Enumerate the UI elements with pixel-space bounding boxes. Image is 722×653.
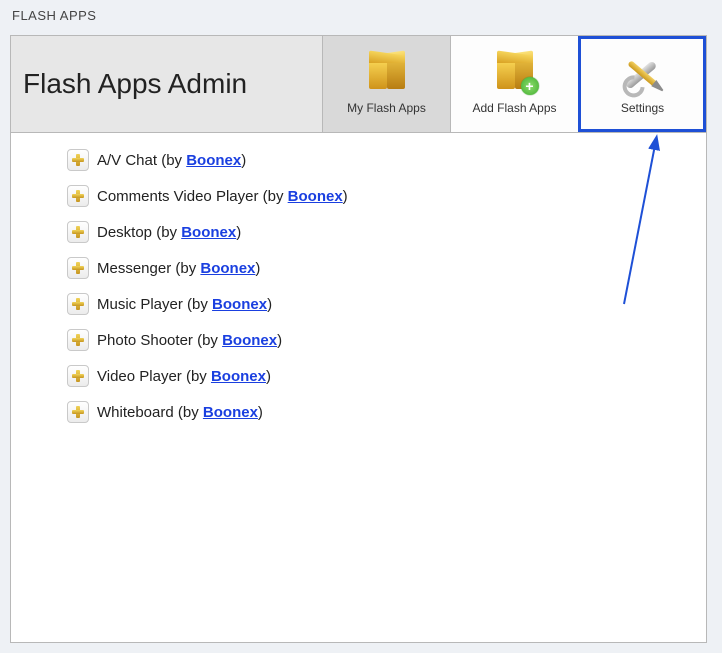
list-item: A/V Chat (by Boonex)	[67, 149, 696, 171]
tab-label: Add Flash Apps	[472, 101, 556, 115]
apps-list: A/V Chat (by Boonex) Comments Video Playe…	[11, 133, 706, 447]
app-label: Desktop (by Boonex)	[97, 224, 241, 241]
by-label: by	[268, 188, 284, 205]
box-plus-icon: +	[493, 53, 537, 93]
vendor-link[interactable]: Boonex	[288, 188, 343, 205]
by-label: by	[166, 152, 182, 169]
vendor-link[interactable]: Boonex	[203, 404, 258, 421]
vendor-link[interactable]: Boonex	[222, 332, 277, 349]
app-name: Video Player	[97, 368, 182, 385]
vendor-link[interactable]: Boonex	[212, 296, 267, 313]
app-label: A/V Chat (by Boonex)	[97, 152, 246, 169]
tab-add[interactable]: + Add Flash Apps	[450, 36, 578, 132]
plus-icon	[72, 262, 84, 274]
expand-button[interactable]	[67, 257, 89, 279]
plus-icon	[72, 154, 84, 166]
list-item: Comments Video Player (by Boonex)	[67, 185, 696, 207]
list-item: Desktop (by Boonex)	[67, 221, 696, 243]
app-name: Whiteboard	[97, 404, 174, 421]
by-label: by	[161, 224, 177, 241]
app-label: Whiteboard (by Boonex)	[97, 404, 263, 421]
plus-icon	[72, 226, 84, 238]
vendor-link[interactable]: Boonex	[211, 368, 266, 385]
list-item: Music Player (by Boonex)	[67, 293, 696, 315]
expand-button[interactable]	[67, 221, 89, 243]
app-label: Video Player (by Boonex)	[97, 368, 271, 385]
app-label: Comments Video Player (by Boonex)	[97, 188, 348, 205]
tab-label: My Flash Apps	[347, 101, 426, 115]
by-label: by	[191, 368, 207, 385]
tab-my[interactable]: My Flash Apps	[322, 36, 450, 132]
tools-icon	[621, 53, 665, 93]
plus-icon	[72, 370, 84, 382]
tab-label: Settings	[621, 101, 664, 115]
plus-icon	[72, 406, 84, 418]
panel-title: Flash Apps Admin	[11, 36, 322, 132]
expand-button[interactable]	[67, 293, 89, 315]
app-name: Messenger	[97, 260, 171, 277]
expand-button[interactable]	[67, 401, 89, 423]
app-name: Photo Shooter	[97, 332, 193, 349]
panel-header: Flash Apps Admin My Flash Apps + Add Flash…	[11, 36, 706, 133]
by-label: by	[180, 260, 196, 277]
admin-panel: Flash Apps Admin My Flash Apps + Add Flash…	[10, 35, 707, 643]
plus-icon	[72, 334, 84, 346]
app-label: Music Player (by Boonex)	[97, 296, 272, 313]
expand-button[interactable]	[67, 329, 89, 351]
plus-icon	[72, 190, 84, 202]
by-label: by	[192, 296, 208, 313]
app-name: Desktop	[97, 224, 152, 241]
app-name: Music Player	[97, 296, 183, 313]
vendor-link[interactable]: Boonex	[186, 152, 241, 169]
expand-button[interactable]	[67, 365, 89, 387]
app-name: A/V Chat	[97, 152, 157, 169]
box-icon	[365, 53, 409, 93]
app-label: Messenger (by Boonex)	[97, 260, 260, 277]
page-title: FLASH APPS	[10, 8, 712, 23]
list-item: Messenger (by Boonex)	[67, 257, 696, 279]
expand-button[interactable]	[67, 185, 89, 207]
app-name: Comments Video Player	[97, 188, 258, 205]
by-label: by	[183, 404, 199, 421]
app-label: Photo Shooter (by Boonex)	[97, 332, 282, 349]
plus-icon	[72, 298, 84, 310]
vendor-link[interactable]: Boonex	[181, 224, 236, 241]
list-item: Photo Shooter (by Boonex)	[67, 329, 696, 351]
vendor-link[interactable]: Boonex	[200, 260, 255, 277]
by-label: by	[202, 332, 218, 349]
tab-settings[interactable]: Settings	[578, 36, 706, 132]
expand-button[interactable]	[67, 149, 89, 171]
list-item: Whiteboard (by Boonex)	[67, 401, 696, 423]
list-item: Video Player (by Boonex)	[67, 365, 696, 387]
